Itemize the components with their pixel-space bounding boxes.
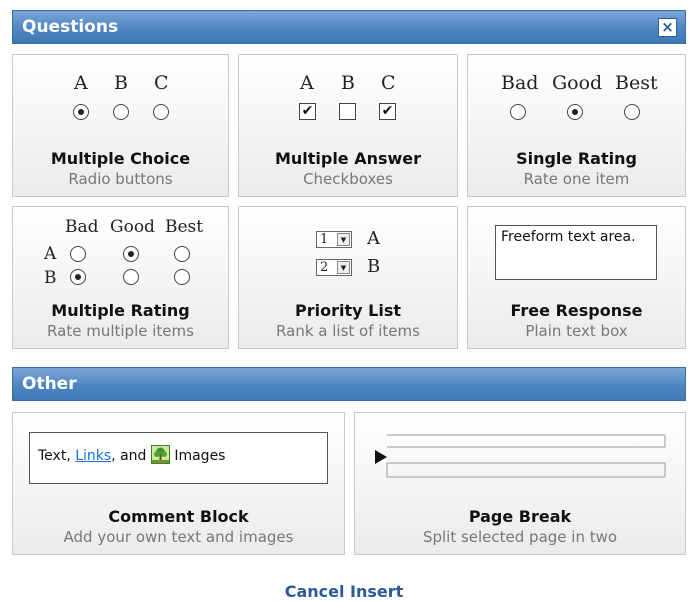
choice-label-c: C xyxy=(154,72,169,94)
chevron-down-icon: ▼ xyxy=(337,261,350,274)
rating-row-b: B xyxy=(44,268,57,288)
rating-label-best: Best xyxy=(615,72,658,94)
chevron-down-icon: ▼ xyxy=(337,233,350,246)
priority-select-1: 1 ▼ xyxy=(316,231,352,248)
comment-preview: Text, Links, and Images xyxy=(29,432,328,484)
tile-subtitle: Split selected page in two xyxy=(422,528,618,546)
tile-title: Comment Block xyxy=(108,507,249,526)
rating-label-good: Good xyxy=(110,217,155,237)
radio-icon xyxy=(567,104,583,120)
questions-title: Questions xyxy=(22,17,119,37)
priority-item-b: B xyxy=(367,256,381,277)
free-response-tile[interactable]: Freeform text area. Free Response Plain … xyxy=(467,206,686,349)
rating-label-bad: Bad xyxy=(501,72,539,94)
choice-label-a: A xyxy=(74,72,88,94)
checkbox-checked-icon: ✔ xyxy=(299,103,316,120)
multiple-answer-tile[interactable]: A B C ✔ ✔ Multiple Answer Checkboxes xyxy=(238,54,458,197)
answer-label-c: C xyxy=(381,72,396,94)
radio-icon xyxy=(113,104,129,120)
close-icon: × xyxy=(661,18,674,36)
tile-title: Page Break xyxy=(468,507,572,526)
questions-header: Questions × xyxy=(12,10,686,44)
tile-subtitle: Add your own text and images xyxy=(63,528,294,546)
radio-icon xyxy=(153,104,169,120)
rating-label-bad: Bad xyxy=(65,217,99,237)
tile-title: Single Rating xyxy=(516,149,637,168)
image-icon xyxy=(150,445,170,464)
close-button[interactable]: × xyxy=(658,18,677,37)
radio-icon xyxy=(70,269,86,285)
answer-label-b: B xyxy=(341,72,355,94)
tile-title: Free Response xyxy=(510,301,643,320)
radio-icon xyxy=(123,246,139,262)
radio-icon xyxy=(73,104,89,120)
tile-title: Priority List xyxy=(295,301,401,320)
radio-icon xyxy=(70,246,86,262)
priority-list-tile[interactable]: 1 ▼ A 2 ▼ B Priority List Rank a list of… xyxy=(238,206,458,349)
checkbox-checked-icon: ✔ xyxy=(379,103,396,120)
page-break-tile[interactable]: Page Break Split selected page in two xyxy=(354,412,686,555)
rating-row-a: A xyxy=(44,244,57,264)
tile-title: Multiple Answer xyxy=(274,149,422,168)
priority-select-2: 2 ▼ xyxy=(316,259,352,276)
multiple-choice-tile[interactable]: A B C Multiple Choice Radio buttons xyxy=(12,54,229,197)
choice-label-b: B xyxy=(114,72,128,94)
other-header: Other xyxy=(12,367,686,401)
radio-icon xyxy=(174,246,190,262)
priority-item-a: A xyxy=(367,228,380,249)
radio-icon xyxy=(123,269,139,285)
tile-subtitle: Rate one item xyxy=(523,170,630,188)
tile-subtitle: Plain text box xyxy=(525,322,628,340)
rating-label-good: Good xyxy=(552,72,603,94)
tile-title: Multiple Rating xyxy=(51,301,190,320)
tile-subtitle: Rate multiple items xyxy=(47,322,194,340)
freeform-preview: Freeform text area. xyxy=(495,225,657,280)
comment-block-tile[interactable]: Text, Links, and Images Comment Block Ad… xyxy=(12,412,345,555)
multiple-rating-tile[interactable]: Bad Good Best A B Multiple Rating Rate m… xyxy=(12,206,229,349)
radio-icon xyxy=(624,104,640,120)
radio-icon xyxy=(174,269,190,285)
cancel-insert-link[interactable]: Cancel Insert xyxy=(0,582,688,601)
page-break-icon xyxy=(375,434,666,478)
radio-icon xyxy=(510,104,526,120)
tile-subtitle: Checkboxes xyxy=(303,170,393,188)
tile-subtitle: Rank a list of items xyxy=(276,322,420,340)
answer-label-a: A xyxy=(300,72,314,94)
checkbox-icon xyxy=(339,103,356,120)
preview-link: Links xyxy=(75,448,112,464)
tile-title: Multiple Choice xyxy=(50,149,191,168)
other-title: Other xyxy=(22,374,77,394)
single-rating-tile[interactable]: Bad Good Best Single Rating Rate one ite… xyxy=(467,54,686,197)
tile-subtitle: Radio buttons xyxy=(68,170,173,188)
rating-label-best: Best xyxy=(165,217,204,237)
